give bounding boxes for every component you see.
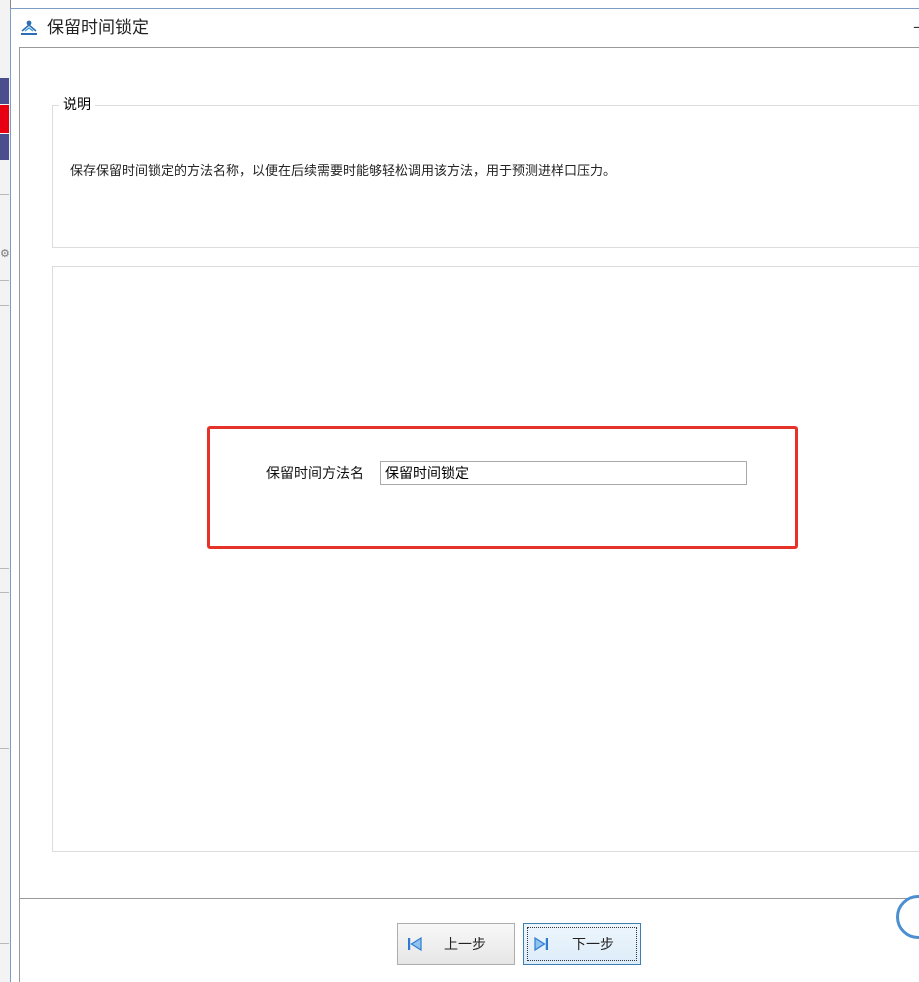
button-bar: 上一步 下一步 xyxy=(19,899,919,982)
form-panel: 保留时间方法名 xyxy=(52,266,919,852)
background-divider xyxy=(0,748,9,749)
background-block xyxy=(0,78,9,104)
background-divider xyxy=(0,194,9,195)
app-logo-icon xyxy=(21,20,37,35)
skip-forward-icon xyxy=(534,936,548,952)
help-bubble-icon[interactable] xyxy=(896,895,919,943)
minimize-button[interactable]: – xyxy=(913,19,919,35)
screen: ⚙ 保留时间锁定 – 说明 保存保留时间锁定的方法名称，以便在后续需要时能够轻松… xyxy=(0,0,919,982)
help-bubble-circle xyxy=(896,895,919,939)
background-block xyxy=(0,134,9,160)
next-step-label: 下一步 xyxy=(572,937,614,953)
highlight-frame xyxy=(207,426,798,549)
window-title: 保留时间锁定 xyxy=(47,18,149,38)
description-text: 保存保留时间锁定的方法名称，以便在后续需要时能够轻松调用该方法，用于预测进样口压… xyxy=(70,164,617,179)
title-bar[interactable]: 保留时间锁定 – xyxy=(11,9,919,47)
gear-icon: ⚙ xyxy=(0,247,10,260)
background-divider xyxy=(0,943,9,944)
background-divider xyxy=(0,305,9,306)
previous-step-label: 上一步 xyxy=(444,937,486,953)
dialog-window: 保留时间锁定 – 说明 保存保留时间锁定的方法名称，以便在后续需要时能够轻松调用… xyxy=(10,8,919,982)
background-divider xyxy=(0,568,9,569)
background-divider xyxy=(0,280,9,281)
previous-step-button[interactable]: 上一步 xyxy=(397,923,515,965)
description-group: 说明 保存保留时间锁定的方法名称，以便在后续需要时能够轻松调用该方法，用于预测进… xyxy=(52,96,919,248)
dialog-client-area: 说明 保存保留时间锁定的方法名称，以便在后续需要时能够轻松调用该方法，用于预测进… xyxy=(19,47,919,899)
method-name-label: 保留时间方法名 xyxy=(266,466,364,482)
background-divider xyxy=(0,592,9,593)
description-legend: 说明 xyxy=(59,96,95,114)
method-name-input[interactable] xyxy=(380,461,747,485)
next-step-button[interactable]: 下一步 xyxy=(523,923,641,965)
skip-back-icon xyxy=(408,936,422,952)
background-block xyxy=(0,105,9,133)
